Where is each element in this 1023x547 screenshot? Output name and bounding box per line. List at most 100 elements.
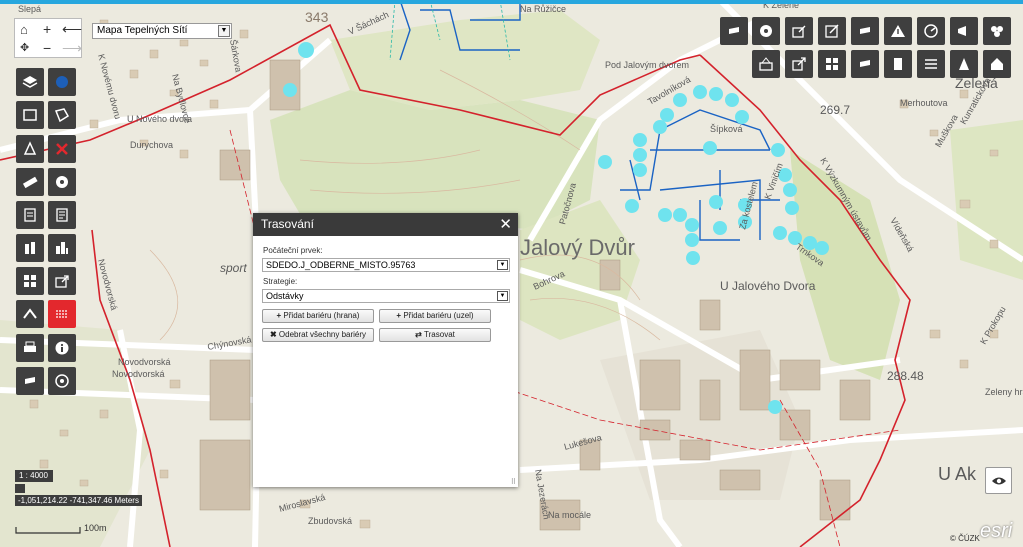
hydrant-select-icon (860, 27, 870, 34)
map-label: U Nového dvora (127, 114, 192, 124)
add-barrier-node-button[interactable]: + Přidat bariéru (uzel) (379, 309, 491, 323)
grid-button[interactable] (16, 267, 44, 295)
edit-icon (825, 24, 839, 38)
hydrant-button[interactable] (16, 367, 44, 395)
start-element-select[interactable]: SDEDO.J_ODBERNE_MISTO.95763 ▼ (262, 258, 510, 272)
map-label: Novodvorská (112, 369, 165, 379)
tool-cone[interactable] (950, 50, 978, 78)
print-button[interactable] (16, 334, 44, 362)
tool-home[interactable] (983, 50, 1011, 78)
buildings-button[interactable] (16, 234, 44, 262)
clear-selection-button[interactable] (48, 135, 76, 163)
hydrant-icon (25, 377, 35, 384)
tool-hydrant-2[interactable] (851, 50, 879, 78)
back-button[interactable]: ⟵ (62, 22, 82, 36)
tool-megaphone[interactable] (950, 17, 978, 45)
home-icon (991, 58, 1003, 70)
select-rectangle-button[interactable] (16, 101, 44, 129)
hydrant-icon (860, 60, 870, 67)
layer-select-value: Mapa Tepelných Sítí (97, 25, 188, 36)
chevron-down-icon: ▼ (497, 291, 508, 301)
map-label: 269.7 (820, 103, 850, 117)
measure-button[interactable] (16, 168, 44, 196)
tool-layers-list[interactable] (917, 50, 945, 78)
tool-hydrant[interactable] (720, 17, 748, 45)
map-label: Novodvorská (118, 357, 171, 367)
rectangle-select-icon (23, 109, 37, 121)
clear-selection-icon (56, 143, 68, 155)
compass-button[interactable] (48, 367, 76, 395)
tool-network[interactable] (752, 17, 780, 45)
info-button[interactable] (48, 334, 76, 362)
scalebar (15, 527, 81, 534)
report-icon (56, 208, 68, 222)
add-barrier-edge-button[interactable]: + Přidat bariéru (hrana) (262, 309, 374, 323)
trace-active-button[interactable] (48, 300, 76, 328)
city-button[interactable] (48, 234, 76, 262)
globe-icon (56, 76, 68, 88)
esri-logo: esri (980, 520, 1013, 542)
grid-icon (826, 58, 838, 70)
tool-gauge[interactable] (917, 17, 945, 45)
trace-button[interactable] (16, 300, 44, 328)
remove-all-barriers-label: Odebrat všechny bariéry (278, 330, 367, 339)
trace-dialog: Trasování ✕ Počáteční prvek: SDEDO.J_ODB… (253, 213, 518, 487)
swap-icon: ⇄ (415, 330, 425, 339)
tool-edit[interactable] (818, 17, 846, 45)
tool-grid[interactable] (818, 50, 846, 78)
map-label: Merhoutova (900, 98, 948, 108)
zoom-out-button[interactable]: − (43, 41, 51, 55)
external-link-icon (792, 57, 806, 71)
export-icon (792, 25, 806, 38)
report-button[interactable] (48, 201, 76, 229)
trace-network-icon (56, 310, 68, 318)
map-label: 288.48 (887, 369, 924, 383)
home-icon[interactable]: ⌂ (20, 23, 28, 37)
network-button[interactable] (48, 168, 76, 196)
basket-icon (759, 57, 773, 71)
visibility-toggle[interactable] (985, 467, 1012, 494)
strategy-value: Odstávky (266, 291, 304, 301)
export-icon (55, 275, 69, 288)
layers-button[interactable] (16, 68, 44, 96)
tool-basket[interactable] (752, 50, 780, 78)
attributes-button[interactable] (16, 201, 44, 229)
network-icon (760, 25, 772, 37)
select-freehand-button[interactable] (16, 135, 44, 163)
chevron-down-icon: ▼ (497, 260, 508, 270)
cone-icon (959, 58, 969, 70)
locate-icon[interactable]: ✥ (20, 41, 29, 55)
select-polygon-button[interactable] (48, 101, 76, 129)
trace-icon (23, 308, 37, 319)
grid-icon (24, 275, 36, 287)
hydrant-icon (729, 27, 739, 34)
tool-hydrant-select[interactable] (851, 17, 879, 45)
map-label: Pod Jalovým dvorem (605, 60, 689, 70)
map-label: U Ak (938, 464, 977, 484)
layer-select[interactable]: Mapa Tepelných Sítí ▼ (92, 23, 232, 39)
resize-grip-icon[interactable]: ⠿ (511, 478, 516, 486)
forward-button[interactable]: ⟶ (62, 41, 82, 55)
tool-export[interactable] (785, 17, 813, 45)
tool-document[interactable] (884, 50, 912, 78)
tool-cluster[interactable] (983, 17, 1011, 45)
map-label: Zeleny hrad (985, 387, 1023, 397)
map-label: 343 (305, 9, 329, 25)
navigation-control: ⌂ + ⟵ ✥ − ⟶ (14, 18, 82, 58)
close-icon[interactable]: ✕ (499, 213, 512, 236)
x-icon: ✖ (269, 330, 279, 339)
strategy-label: Strategie: (263, 277, 298, 286)
attribution-text: © ČÚZK (950, 534, 980, 543)
printer-icon (24, 341, 36, 352)
zoom-in-button[interactable]: + (43, 22, 51, 36)
strategy-select[interactable]: Odstávky ▼ (262, 289, 510, 303)
trace-run-button[interactable]: ⇄ Trasovat (379, 328, 491, 342)
remove-all-barriers-button[interactable]: ✖ Odebrat všechny bariéry (262, 328, 374, 342)
map-label: Slepá (18, 4, 41, 14)
basemap-button[interactable] (48, 68, 76, 96)
export-button[interactable] (48, 267, 76, 295)
city-icon (56, 242, 68, 254)
tool-warning[interactable] (884, 17, 912, 45)
scale-toggle[interactable] (15, 484, 25, 493)
tool-open-external[interactable] (785, 50, 813, 78)
